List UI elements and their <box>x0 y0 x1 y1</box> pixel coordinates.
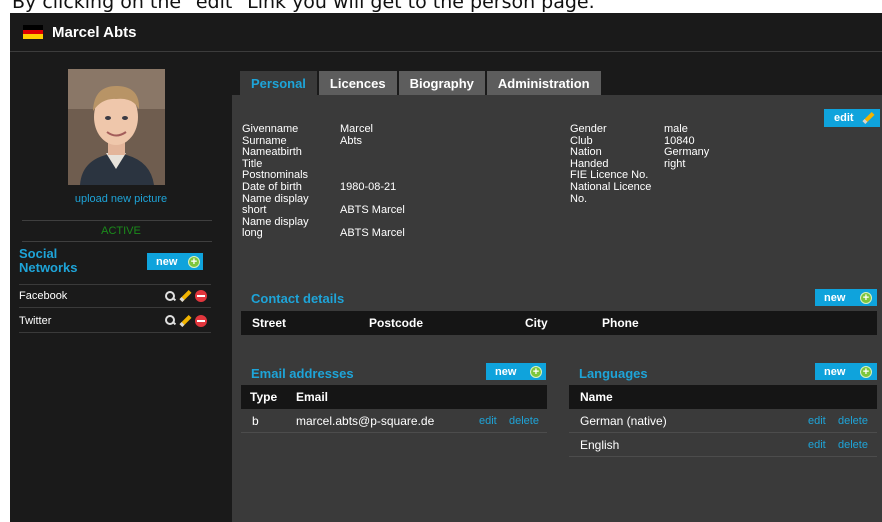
field-value: Abts <box>340 134 363 147</box>
field-value: male <box>664 123 688 135</box>
social-network-name: Twitter <box>19 314 52 327</box>
field-row: long ABTS Marcel <box>242 228 440 240</box>
column-header-email: Email <box>296 390 329 404</box>
table-row: b marcel.abts@p-square.de edit delete <box>241 409 547 433</box>
field-row: National Licence <box>570 180 764 194</box>
email-table-header: Type Email <box>241 385 547 409</box>
field-label: No. <box>570 192 588 205</box>
column-header-street: Street <box>252 316 287 330</box>
plus-icon: + <box>860 365 872 378</box>
field-value <box>664 170 764 182</box>
window-titlebar: Marcel Abts <box>10 13 882 51</box>
social-network-row: Facebook <box>19 284 211 308</box>
new-email-button[interactable]: new + <box>486 363 546 380</box>
delete-link[interactable]: delete <box>838 415 868 427</box>
tab-personal[interactable]: Personal <box>240 71 317 95</box>
new-social-network-button[interactable]: new + <box>147 253 203 270</box>
field-value <box>664 194 764 206</box>
pencil-icon[interactable] <box>179 289 192 303</box>
field-value: Marcel <box>340 123 374 135</box>
language-name: German (native) <box>580 413 667 428</box>
email-address: marcel.abts@p-square.de <box>296 413 435 428</box>
personal-fields-left: Givenname Marcel Surname Abts Nameatbirth … <box>242 123 440 240</box>
main-content: Personal Licences Biography Administrati… <box>232 52 882 522</box>
pencil-icon[interactable] <box>179 314 192 327</box>
field-label: long <box>242 227 263 240</box>
social-network-row: Twitter <box>19 309 211 333</box>
edit-link[interactable]: edit <box>479 415 497 427</box>
field-value <box>340 147 440 159</box>
languages-table-header: Name <box>569 385 877 409</box>
plus-icon: + <box>860 291 872 304</box>
field-value: 1980-08-21 <box>340 180 397 193</box>
edit-button[interactable]: edit <box>824 109 880 127</box>
column-header-phone: Phone <box>602 316 639 330</box>
sidebar: upload new picture ACTIVE Social Network… <box>10 52 232 522</box>
tab-biography[interactable]: Biography <box>398 71 485 95</box>
field-label: short <box>242 204 267 217</box>
sidebar-divider <box>22 220 212 221</box>
new-button-label: new <box>495 365 517 378</box>
tab-administration[interactable]: Administration <box>486 71 601 95</box>
tab-bar: Personal Licences Biography Administrati… <box>240 71 603 95</box>
table-row: German (native) edit delete <box>569 409 877 433</box>
person-name-title: Marcel Abts <box>52 23 137 41</box>
edit-link[interactable]: edit <box>808 439 826 451</box>
email-addresses-heading: Email addresses <box>251 366 354 381</box>
field-label: National Licence <box>570 180 652 193</box>
column-header-postcode: Postcode <box>369 316 424 330</box>
person-window: Marcel Abts upload new picture ACTIVE So… <box>10 13 882 522</box>
edit-button-label: edit <box>834 112 854 124</box>
field-row: Nameatbirth <box>242 147 440 159</box>
field-value <box>340 159 440 171</box>
plus-icon: + <box>188 255 200 268</box>
delete-link[interactable]: delete <box>509 415 539 427</box>
new-button-label: new <box>824 365 846 378</box>
delete-link[interactable]: delete <box>838 439 868 451</box>
field-label: Givenname <box>242 123 299 135</box>
sidebar-divider <box>22 241 212 242</box>
field-label: Gender <box>570 123 607 135</box>
email-type: b <box>252 413 259 428</box>
new-button-label: new <box>156 255 178 268</box>
social-network-name: Facebook <box>19 290 68 302</box>
contact-details-heading: Contact details <box>251 291 345 306</box>
profile-photo <box>68 69 165 185</box>
field-row: Givenname Marcel <box>242 123 440 136</box>
edit-link[interactable]: edit <box>808 415 826 427</box>
magnifier-icon[interactable] <box>165 290 176 302</box>
contact-table-header: Street Postcode City Phone <box>241 311 877 335</box>
germany-flag-icon <box>23 25 43 40</box>
field-row: No. <box>570 192 764 206</box>
upload-picture-link[interactable]: upload new picture <box>10 193 232 205</box>
social-networks-heading: Social Networks <box>19 246 78 275</box>
new-language-button[interactable]: new + <box>815 363 877 380</box>
field-row: Date of birth 1980-08-21 <box>242 180 440 194</box>
field-row: Gender male <box>570 123 764 136</box>
field-label: Date of birth <box>242 180 302 193</box>
personal-panel: edit Givenname Marcel Surname Abts Nameatb… <box>232 95 882 522</box>
column-header-city: City <box>525 316 548 330</box>
field-row: short ABTS Marcel <box>242 205 440 217</box>
new-contact-button[interactable]: new + <box>815 289 877 306</box>
table-row: English edit delete <box>569 433 877 457</box>
new-button-label: new <box>824 291 846 304</box>
magnifier-icon[interactable] <box>165 315 176 326</box>
column-header-name: Name <box>580 390 613 404</box>
status-badge: ACTIVE <box>101 225 141 237</box>
delete-icon[interactable] <box>195 314 207 327</box>
column-header-type: Type <box>250 390 278 404</box>
pencil-icon <box>862 111 875 125</box>
field-value: ABTS Marcel <box>340 204 405 217</box>
personal-fields-right: Gender male Club 10840 Nation Germany Hande… <box>570 123 764 206</box>
tab-licences[interactable]: Licences <box>318 71 397 95</box>
languages-heading: Languages <box>579 366 648 381</box>
language-name: English <box>580 437 620 452</box>
plus-icon: + <box>530 365 542 378</box>
field-value: right <box>664 157 686 170</box>
delete-icon[interactable] <box>195 290 207 302</box>
field-value: ABTS Marcel <box>340 227 405 240</box>
field-value <box>664 182 764 194</box>
